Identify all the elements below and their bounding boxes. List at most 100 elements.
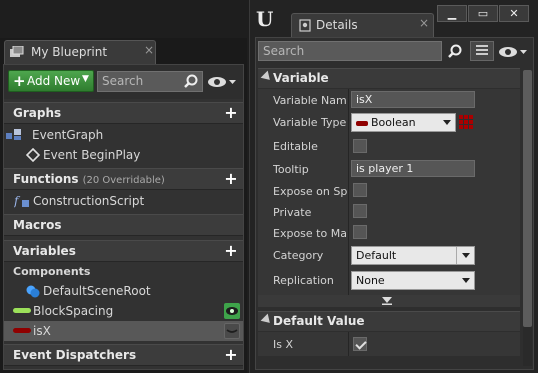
graph-item-begin-play[interactable]: Event BeginPlay	[4, 145, 243, 165]
add-new-label: Add New	[27, 74, 81, 88]
is-x-label: Is X	[273, 338, 294, 351]
list-item-label: ConstructionScript	[33, 194, 145, 208]
add-function-button[interactable]: +	[223, 171, 239, 187]
function-item-construction-script[interactable]: f ConstructionScript	[4, 191, 243, 211]
private-checkbox[interactable]	[353, 204, 367, 218]
section-title: Event Dispatchers	[13, 348, 137, 362]
section-event-dispatchers[interactable]: Event Dispatchers +	[4, 344, 243, 366]
category-label: Category	[273, 249, 324, 262]
search-input[interactable]: Search	[258, 41, 442, 61]
panel-top-strip	[0, 0, 247, 38]
list-item-label: DefaultSceneRoot	[43, 284, 151, 298]
scrollbar-thumb[interactable]	[523, 70, 532, 327]
eye-open-icon	[226, 307, 238, 315]
variable-item-is-x[interactable]: isX	[4, 321, 243, 341]
variable-type-value: Boolean	[371, 116, 416, 129]
chevron-down-icon: ▼	[82, 74, 89, 84]
components-header-label: Components	[13, 265, 91, 278]
variable-item-default-scene-root[interactable]: DefaultSceneRoot	[4, 281, 243, 301]
section-title: Macros	[13, 218, 62, 232]
tab-my-blueprint[interactable]: My Blueprint ×	[4, 40, 156, 64]
variable-name-label: Variable Name	[273, 94, 347, 107]
toolbar: + Add New ▼ Search	[4, 65, 243, 99]
svg-text:f: f	[14, 194, 21, 208]
expand-down-icon	[382, 297, 392, 305]
section-default-value[interactable]: Default Value	[258, 311, 520, 331]
tab-label: My Blueprint	[31, 45, 108, 59]
section-macros[interactable]: Macros	[4, 214, 243, 236]
collapse-arrow-icon	[260, 70, 274, 84]
boolean-type-icon	[356, 120, 368, 126]
list-item-label: isX	[33, 324, 51, 338]
editable-label: Editable	[273, 140, 318, 153]
editable-checkbox[interactable]	[353, 139, 367, 153]
section-variables[interactable]: Variables +	[4, 240, 243, 262]
blueprint-icon	[10, 46, 24, 57]
replication-label: Replication	[273, 274, 334, 287]
components-header[interactable]: Components	[4, 262, 243, 282]
default-value-properties: Is X	[258, 332, 520, 356]
array-type-grid-icon[interactable]	[459, 115, 473, 129]
section-title: Default Value	[273, 314, 365, 328]
search-icon[interactable]	[184, 74, 198, 88]
expose-to-matinee-checkbox[interactable]	[353, 225, 367, 239]
column-divider[interactable]	[348, 89, 349, 295]
tooltip-input[interactable]: is player 1	[351, 160, 475, 177]
scrollbar[interactable]	[523, 70, 532, 366]
section-title: Functions (20 Overridable)	[13, 172, 165, 186]
column-divider[interactable]	[348, 332, 349, 356]
expose-on-spawn-label: Expose on Spawn	[273, 185, 347, 198]
details-body: Search Variable Variable Name isX Variab…	[255, 37, 534, 370]
category-value: Default	[356, 249, 397, 262]
chevron-down-icon	[443, 120, 451, 125]
close-icon[interactable]: ×	[144, 43, 154, 57]
section-title: Variables	[13, 244, 76, 258]
expose-on-spawn-checkbox[interactable]	[353, 183, 367, 197]
add-event-dispatcher-button[interactable]: +	[223, 347, 239, 363]
close-window-button[interactable]: ✕	[499, 5, 529, 22]
expose-to-matinee-label: Expose to Matinee	[273, 227, 347, 240]
visibility-eye-closed-icon[interactable]	[224, 323, 240, 339]
boolean-type-icon	[13, 328, 31, 333]
section-variable[interactable]: Variable	[258, 68, 520, 88]
graph-item-event-graph[interactable]: EventGraph	[4, 125, 243, 145]
variable-type-label: Variable Type	[273, 116, 347, 129]
function-icon: f	[14, 194, 29, 208]
replication-value: None	[356, 274, 385, 287]
add-graph-button[interactable]: +	[223, 105, 239, 121]
variable-item-block-spacing[interactable]: BlockSpacing	[4, 301, 243, 321]
search-icon[interactable]	[448, 44, 462, 58]
my-blueprint-body: + Add New ▼ Search Graphs + EventGraph E…	[3, 64, 244, 370]
my-blueprint-panel: My Blueprint × + Add New ▼ Search Graphs	[0, 0, 247, 373]
view-options-button[interactable]	[470, 41, 494, 61]
variable-name-input[interactable]: isX	[351, 91, 475, 108]
svg-text:U: U	[256, 8, 273, 30]
tab-details[interactable]: Details ×	[291, 13, 434, 37]
section-functions[interactable]: Functions (20 Overridable) +	[4, 168, 243, 190]
variable-type-select[interactable]: Boolean	[351, 113, 456, 132]
eye-icon[interactable]	[498, 45, 528, 59]
float-type-icon	[13, 308, 31, 313]
category-select[interactable]: Default	[351, 246, 475, 265]
advanced-expand-bar[interactable]	[258, 295, 520, 307]
tab-label: Details	[316, 18, 358, 32]
visibility-eye-icon[interactable]	[224, 303, 240, 319]
add-new-button[interactable]: + Add New ▼	[8, 70, 94, 92]
replication-select[interactable]: None	[351, 271, 475, 290]
collapse-arrow-icon	[260, 313, 274, 327]
private-label: Private	[273, 206, 312, 219]
functions-title: Functions	[13, 172, 79, 186]
tooltip-label: Tooltip	[273, 163, 309, 176]
functions-note: (20 Overridable)	[82, 175, 165, 186]
chevron-down-icon	[462, 253, 470, 258]
graph-icon	[6, 129, 21, 140]
close-icon[interactable]: ×	[419, 16, 429, 30]
maximize-button[interactable]: ▭	[468, 5, 498, 22]
section-title: Variable	[273, 71, 329, 85]
is-x-checkbox[interactable]	[353, 337, 367, 351]
minimize-button[interactable]: ▁	[437, 5, 467, 22]
eye-icon[interactable]	[207, 75, 237, 89]
add-variable-button[interactable]: +	[223, 243, 239, 259]
section-graphs[interactable]: Graphs +	[4, 102, 243, 124]
section-title: Graphs	[13, 106, 62, 120]
